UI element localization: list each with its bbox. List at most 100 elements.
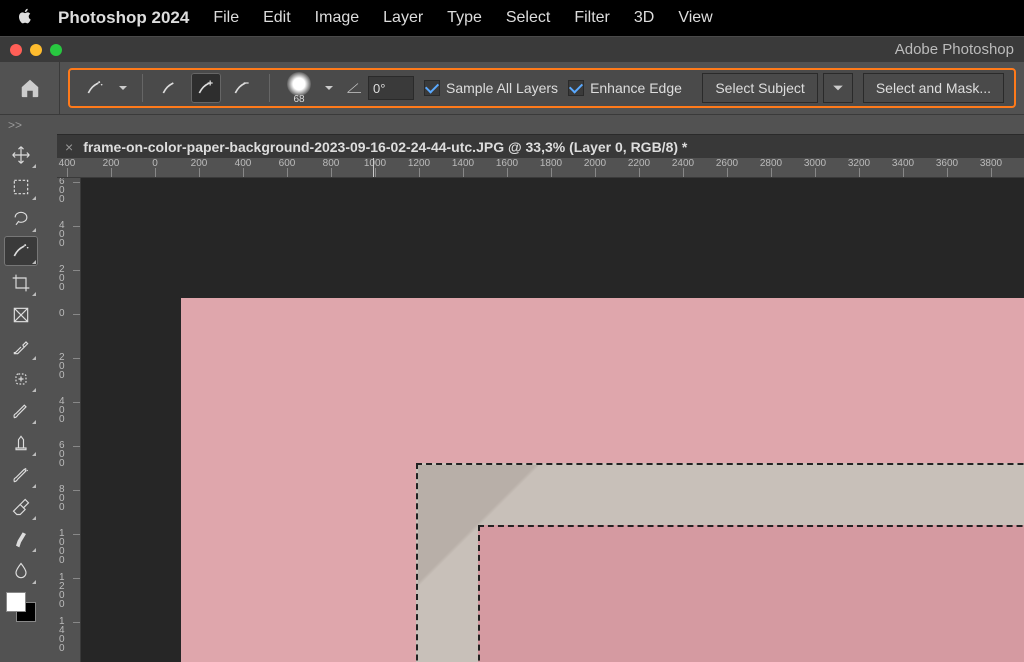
chevron-right-icon: >> <box>8 118 22 132</box>
app-name[interactable]: Photoshop 2024 <box>58 8 189 28</box>
ruler-h-label: 400 <box>235 158 252 169</box>
panel-collapse-toggle[interactable]: >> <box>0 114 1024 134</box>
blur-tool[interactable] <box>4 556 38 586</box>
menu-layer[interactable]: Layer <box>383 9 423 27</box>
canvas-selection-frame-outer <box>416 463 1024 662</box>
add-to-selection-icon[interactable] <box>191 73 221 103</box>
window-minimize-button[interactable] <box>30 44 42 56</box>
crop-tool[interactable] <box>4 268 38 298</box>
ruler-h-label: 600 <box>279 158 296 169</box>
checkbox-label: Enhance Edge <box>590 80 682 96</box>
ruler-v-label: 200 <box>59 353 65 380</box>
ruler-v-label: 600 <box>59 441 65 468</box>
window-maximize-button[interactable] <box>50 44 62 56</box>
ruler-h-label: 2200 <box>628 158 650 169</box>
ruler-h-label: 200 <box>103 158 120 169</box>
eraser-tool[interactable] <box>4 492 38 522</box>
apple-icon[interactable] <box>16 7 34 30</box>
ruler-h-label: 2800 <box>760 158 782 169</box>
clone-stamp-tool[interactable] <box>4 428 38 458</box>
document-tab-label[interactable]: frame-on-color-paper-background-2023-09-… <box>83 139 687 155</box>
ruler-h-label: 800 <box>323 158 340 169</box>
color-swatches[interactable] <box>6 592 36 622</box>
divider <box>142 74 143 102</box>
menu-edit[interactable]: Edit <box>263 9 291 27</box>
healing-brush-tool[interactable] <box>4 364 38 394</box>
gradient-tool[interactable] <box>4 524 38 554</box>
select-subject-dropdown[interactable] <box>823 73 853 103</box>
ruler-v-label: 600 <box>59 178 65 204</box>
ruler-h-label: 200 <box>191 158 208 169</box>
ruler-h-label: 0 <box>152 158 158 169</box>
options-bar-row: 68 Sample All Layers Enhance Edge Select… <box>0 62 1024 114</box>
ruler-v-label: 1200 <box>59 573 65 609</box>
chevron-down-icon <box>116 73 130 103</box>
marquee-tool[interactable] <box>4 172 38 202</box>
left-toolbar <box>0 134 42 662</box>
menu-filter[interactable]: Filter <box>574 9 610 27</box>
ruler-h-label: 1200 <box>408 158 430 169</box>
menu-3d[interactable]: 3D <box>634 9 654 27</box>
eyedropper-tool[interactable] <box>4 332 38 362</box>
ruler-h-label: 3400 <box>892 158 914 169</box>
brush-mode-group <box>155 73 257 103</box>
checkbox-icon <box>568 80 584 96</box>
brush-wand-icon <box>80 73 110 103</box>
move-tool[interactable] <box>4 140 38 170</box>
window-close-button[interactable] <box>10 44 22 56</box>
menu-file[interactable]: File <box>213 9 239 27</box>
brush-angle-field <box>346 76 414 100</box>
ruler-vertical[interactable]: 6004002000200400600800100012001400 <box>57 178 81 662</box>
options-bar: 68 Sample All Layers Enhance Edge Select… <box>68 68 1016 108</box>
brush-angle-input[interactable] <box>368 76 414 100</box>
lasso-tool[interactable] <box>4 204 38 234</box>
foreground-color-swatch[interactable] <box>6 592 26 612</box>
enhance-edge-checkbox[interactable]: Enhance Edge <box>568 80 682 96</box>
subtract-from-selection-icon[interactable] <box>227 73 257 103</box>
angle-icon <box>346 81 364 95</box>
select-and-mask-button[interactable]: Select and Mask... <box>863 73 1004 103</box>
ruler-h-label: 400 <box>59 158 76 169</box>
quick-selection-tool[interactable] <box>4 236 38 266</box>
ruler-h-label: 3000 <box>804 158 826 169</box>
document-tabbar: × frame-on-color-paper-background-2023-0… <box>57 134 1024 158</box>
traffic-lights <box>10 44 62 56</box>
tab-close-icon[interactable]: × <box>65 139 73 155</box>
frame-tool[interactable] <box>4 300 38 330</box>
ruler-h-label: 3800 <box>980 158 1002 169</box>
ruler-h-label: 3600 <box>936 158 958 169</box>
mac-menubar: Photoshop 2024 File Edit Image Layer Typ… <box>0 0 1024 36</box>
gutter <box>42 134 57 662</box>
ruler-horizontal[interactable]: 4002000200400600800100012001400160018002… <box>57 158 1024 178</box>
ruler-h-label: 2600 <box>716 158 738 169</box>
ruler-v-label: 1400 <box>59 617 65 653</box>
canvas-selection-frame-inner <box>478 525 1024 662</box>
select-subject-group: Select Subject <box>702 73 853 103</box>
brush-tool[interactable] <box>4 396 38 426</box>
menu-select[interactable]: Select <box>506 9 550 27</box>
sample-all-layers-checkbox[interactable]: Sample All Layers <box>424 80 558 96</box>
brush-preview[interactable]: 68 <box>282 72 336 105</box>
ruler-v-label: 400 <box>59 221 65 248</box>
select-subject-button[interactable]: Select Subject <box>702 73 818 103</box>
checkbox-icon <box>424 80 440 96</box>
history-brush-tool[interactable] <box>4 460 38 490</box>
home-button[interactable] <box>0 62 60 114</box>
new-selection-icon[interactable] <box>155 73 185 103</box>
canvas[interactable] <box>81 178 1024 662</box>
chevron-down-icon <box>322 73 336 103</box>
tool-preset[interactable] <box>80 73 130 103</box>
menu-image[interactable]: Image <box>315 9 359 27</box>
ruler-v-label: 800 <box>59 485 65 512</box>
ruler-h-label: 1000 <box>364 158 386 169</box>
brush-size-value: 68 <box>293 94 304 105</box>
brush-preview-icon: 68 <box>282 72 316 105</box>
ruler-v-label: 0 <box>59 309 65 318</box>
workspace: × frame-on-color-paper-background-2023-0… <box>0 134 1024 662</box>
ruler-h-label: 2400 <box>672 158 694 169</box>
ruler-h-label: 2000 <box>584 158 606 169</box>
divider <box>269 74 270 102</box>
menu-type[interactable]: Type <box>447 9 482 27</box>
ruler-cursor-marker <box>373 158 374 177</box>
menu-view[interactable]: View <box>678 9 712 27</box>
